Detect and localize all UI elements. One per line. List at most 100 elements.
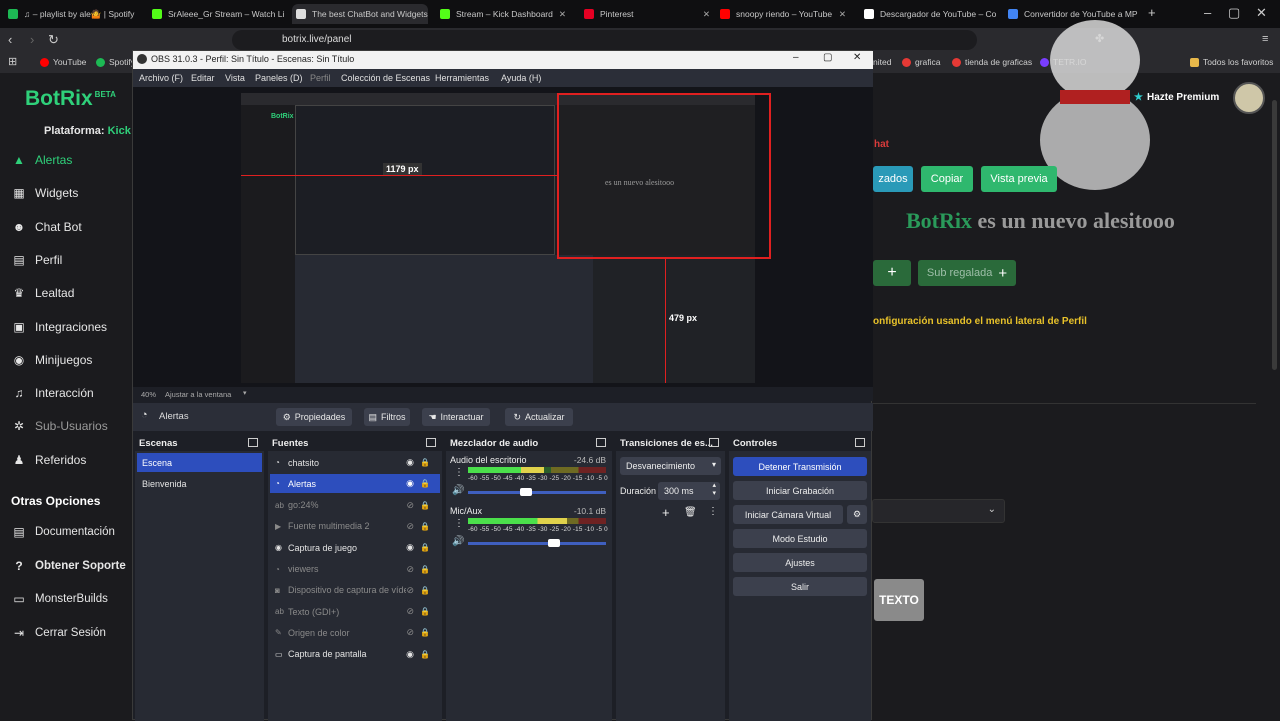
reload-icon[interactable]: ↻ <box>48 33 59 46</box>
lock-icon[interactable]: 🔒 <box>420 501 430 510</box>
eye-slash-icon[interactable]: ⊘ <box>406 564 414 575</box>
more-options-icon[interactable]: ⋮ <box>708 506 718 517</box>
scene-item[interactable]: Escena <box>137 453 262 472</box>
source-item[interactable]: ab Texto (GDI+) ⊘ 🔒 <box>270 602 440 621</box>
other-nav-item[interactable]: ▭ MonsterBuilds <box>12 592 108 606</box>
bookmark-link[interactable]: tienda de graficas <box>952 57 1032 67</box>
obs-menu-item[interactable]: Vista <box>225 73 245 83</box>
studio-mode-button[interactable]: Modo Estudio <box>733 529 867 548</box>
bookmark-link[interactable]: YouTube <box>40 57 86 67</box>
stepper-icon[interactable]: ▴ ▾ <box>712 482 716 498</box>
eye-slash-icon[interactable]: ⊘ <box>406 585 414 596</box>
eye-icon[interactable]: ◉ <box>406 542 414 553</box>
maximize-icon[interactable]: ▢ <box>823 52 832 63</box>
obs-preview-canvas[interactable]: BotRix es un nuevo alesitooo 1179 px 479… <box>133 87 873 387</box>
minimize-window-icon[interactable]: – <box>1204 6 1211 19</box>
source-item[interactable]: ◔ chatsito ◉ 🔒 <box>270 453 440 472</box>
source-item[interactable]: ✎ Origen de color ⊘ 🔒 <box>270 623 440 642</box>
browser-tab[interactable]: snoopy riendo – YouTube ✕ <box>716 4 852 24</box>
botrix-logo[interactable]: BotRix BETA <box>25 87 116 111</box>
dropdown-select[interactable]: ⌄ <box>872 499 1005 523</box>
more-options-icon[interactable]: ⋮ <box>454 467 464 478</box>
add-transition-icon[interactable]: + <box>662 505 670 520</box>
eye-slash-icon[interactable]: ⊘ <box>406 627 414 638</box>
menu-icon[interactable]: ≡ <box>1262 33 1268 46</box>
eye-icon[interactable]: ◉ <box>406 457 414 468</box>
eye-slash-icon[interactable]: ⊘ <box>406 606 414 617</box>
start-virtual-camera-button[interactable]: Iniciar Cámara Virtual <box>733 505 843 524</box>
nav-item-gear[interactable]: ✲ Sub-Usuarios <box>12 419 108 433</box>
volume-slider[interactable] <box>468 488 606 496</box>
nav-item-music[interactable]: ♫ Interacción <box>12 386 94 400</box>
settings-button[interactable]: Ajustes <box>733 553 867 572</box>
minimize-icon[interactable]: – <box>793 52 799 63</box>
obs-menu-item[interactable]: Colección de Escenas <box>341 73 430 83</box>
fit-to-window-select[interactable]: Ajustar a la ventana <box>165 390 231 399</box>
undock-icon[interactable] <box>709 438 719 447</box>
preview-button[interactable]: Vista previa <box>981 166 1057 192</box>
all-bookmarks-link[interactable]: Todos los favoritos <box>1190 57 1273 67</box>
lock-icon[interactable]: 🔒 <box>420 607 430 616</box>
page-scrollbar[interactable] <box>1272 100 1277 370</box>
undock-icon[interactable] <box>596 438 606 447</box>
close-tab-icon[interactable]: ✕ <box>839 9 852 20</box>
transition-select[interactable]: Desvanecimiento ▾ <box>620 457 721 475</box>
browser-tab[interactable]: Stream – Kick Dashboard ✕ <box>436 4 572 24</box>
eye-slash-icon[interactable]: ⊘ <box>406 500 414 511</box>
lock-icon[interactable]: 🔒 <box>420 586 430 595</box>
obs-menu-item[interactable]: Archivo (F) <box>139 73 183 83</box>
other-nav-item[interactable]: ⇥ Cerrar Sesión <box>12 626 106 640</box>
source-item[interactable]: ▶ Fuente multimedia 2 ⊘ 🔒 <box>270 517 440 536</box>
browser-tab[interactable]: Pinterest ✕ <box>580 4 716 24</box>
add-button[interactable]: + <box>873 260 911 286</box>
lock-icon[interactable]: 🔒 <box>420 458 430 467</box>
start-recording-button[interactable]: Iniciar Grabación <box>733 481 867 500</box>
copy-button[interactable]: Copiar <box>921 166 973 192</box>
interact-button[interactable]: ☚ Interactuar <box>422 408 490 426</box>
nav-item-widgets[interactable]: ▦ Widgets <box>12 186 78 200</box>
eye-slash-icon[interactable]: ⊘ <box>406 521 414 532</box>
filters-button[interactable]: ▤ Filtros <box>364 408 410 426</box>
source-item[interactable]: ◉ Captura de juego ◉ 🔒 <box>270 538 440 557</box>
lock-icon[interactable]: 🔒 <box>420 543 430 552</box>
texto-button[interactable]: TEXTO <box>874 579 924 621</box>
obs-menu-item[interactable]: Editar <box>191 73 215 83</box>
obs-menu-item[interactable]: Herramientas <box>435 73 489 83</box>
nav-item-gamepad[interactable]: ◉ Minijuegos <box>12 353 93 367</box>
gift-sub-button[interactable]: Sub regalada + <box>918 260 1016 286</box>
browser-tab[interactable]: SrAleee_Gr Stream – Watch Live✕ <box>148 4 284 24</box>
maximize-window-icon[interactable]: ▢ <box>1228 6 1240 19</box>
more-options-icon[interactable]: ⋮ <box>454 518 464 529</box>
close-window-icon[interactable]: ✕ <box>1256 6 1267 19</box>
source-item[interactable]: ◔ viewers ⊘ 🔒 <box>270 560 440 579</box>
nav-item-alert[interactable]: ▲ Alertas <box>12 153 72 167</box>
scene-item[interactable]: Bienvenida <box>137 474 262 493</box>
source-item[interactable]: ▭ Captura de pantalla ◉ 🔒 <box>270 645 440 664</box>
new-tab-icon[interactable]: + <box>1148 6 1156 19</box>
nav-item-trophy[interactable]: ♛ Lealtad <box>12 286 75 300</box>
refresh-button[interactable]: ↻ Actualizar <box>505 408 573 426</box>
exit-button[interactable]: Salir <box>733 577 867 596</box>
nav-item-robot[interactable]: ☻ Chat Bot <box>12 220 82 234</box>
obs-menu-item[interactable]: Ayuda (H) <box>501 73 541 83</box>
advanced-button[interactable]: zados <box>873 166 913 192</box>
lock-icon[interactable]: 🔒 <box>420 479 430 488</box>
nav-item-users[interactable]: ♟ Referidos <box>12 453 87 467</box>
source-item[interactable]: ◙ Dispositivo de captura de vídeo ⊘ 🔒 <box>270 581 440 600</box>
user-avatar[interactable] <box>1233 82 1265 114</box>
stop-streaming-button[interactable]: Detener Transmisión <box>733 457 867 476</box>
undock-icon[interactable] <box>248 438 258 447</box>
close-icon[interactable]: ✕ <box>853 52 861 63</box>
lock-icon[interactable]: 🔒 <box>420 650 430 659</box>
undock-icon[interactable] <box>855 438 865 447</box>
obs-menu-item[interactable]: Perfil <box>310 73 331 83</box>
eye-icon[interactable]: ◉ <box>406 478 414 489</box>
nav-item-integrations[interactable]: ▣ Integraciones <box>12 320 107 334</box>
source-item[interactable]: ab go:24% ⊘ 🔒 <box>270 496 440 515</box>
duration-input[interactable]: 300 ms ▴ ▾ <box>658 482 720 500</box>
browser-tab[interactable]: Descargador de YouTube – Con✕ <box>860 4 996 24</box>
obs-menu-item[interactable]: Paneles (D) <box>255 73 303 83</box>
bookmark-link[interactable]: grafica <box>902 57 941 67</box>
other-nav-item[interactable]: ? Obtener Soporte <box>12 559 125 573</box>
properties-button[interactable]: ⚙ Propiedades <box>276 408 352 426</box>
